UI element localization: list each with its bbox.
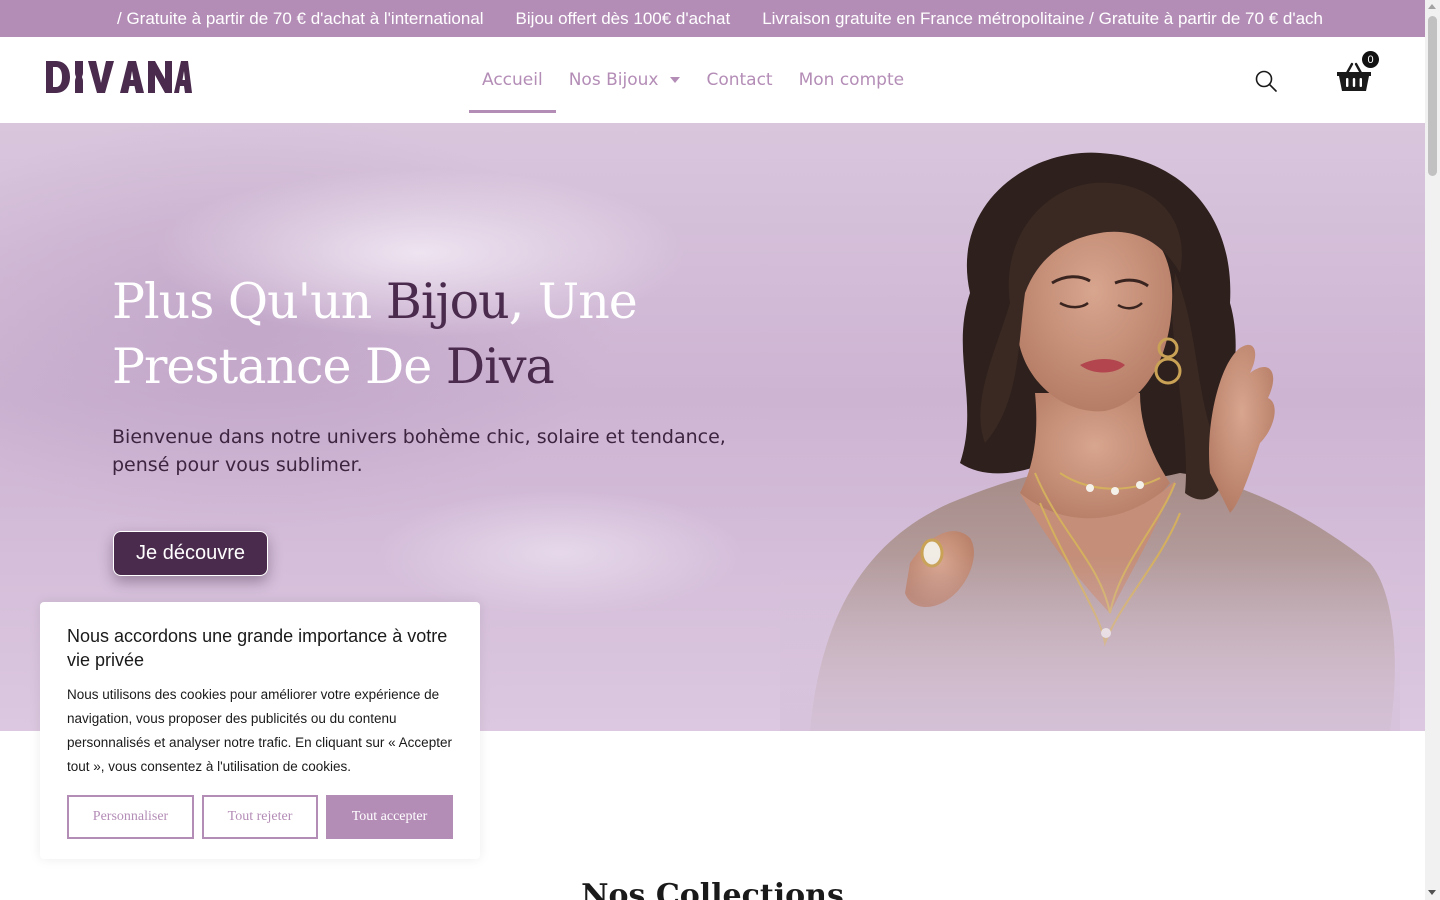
hero-title: Plus Qu'un Bijou, Une Prestance De Diva [112, 269, 752, 399]
announcement-track: / Gratuite à partir de 70 € d'achat à l'… [117, 0, 1323, 37]
hero-model-photo [780, 143, 1400, 731]
cookie-text: Nous utilisons des cookies pour améliore… [67, 687, 452, 774]
discover-button[interactable]: Je découvre [113, 531, 268, 576]
divana-logo[interactable] [44, 57, 192, 97]
announcement-item: Livraison gratuite en France métropolita… [762, 8, 1323, 28]
main-nav: Accueil Nos Bijoux Contact Mon compte [469, 37, 917, 123]
scrollbar-thumb[interactable] [1428, 16, 1437, 176]
caret-down-icon [670, 77, 681, 83]
nav-item-contact[interactable]: Contact [693, 47, 785, 113]
cart-count-badge: 0 [1362, 51, 1379, 68]
cookie-title: Nous accordons une grande importance à v… [67, 626, 448, 670]
nav-item-accueil[interactable]: Accueil [469, 47, 556, 113]
nav-item-label: Contact [706, 70, 773, 90]
hero-title-accent: Diva [445, 338, 555, 395]
cookie-banner: Nous accordons une grande importance à v… [40, 602, 480, 859]
nav-item-mon-compte[interactable]: Mon compte [786, 47, 917, 113]
announcement-item: Bijou offert dès 100€ d'achat [515, 8, 731, 28]
announcement-item: / Gratuite à partir de 70 € d'achat à l'… [117, 8, 484, 28]
accept-all-button[interactable]: Tout accepter [326, 795, 453, 839]
page: / Gratuite à partir de 70 € d'achat à l'… [0, 0, 1425, 900]
scroll-down-arrow-icon[interactable] [1428, 890, 1436, 895]
hero-subtitle: Bienvenue dans notre univers bohème chic… [112, 426, 726, 476]
site-header: Accueil Nos Bijoux Contact Mon compte 0 [0, 37, 1425, 123]
announcement-bar: / Gratuite à partir de 70 € d'achat à l'… [0, 0, 1425, 37]
divana-logo-wordmark [46, 61, 192, 93]
collections-title: Nos Collections [581, 878, 844, 900]
nav-item-label: Nos Bijoux [568, 70, 659, 90]
hero-title-part: Plus Qu'un [112, 273, 386, 330]
nav-item-nos-bijoux[interactable]: Nos Bijoux [556, 47, 694, 113]
customize-button[interactable]: Personnaliser [67, 795, 194, 839]
search-icon [1255, 70, 1277, 92]
page-scrollbar[interactable] [1425, 0, 1440, 900]
hero-title-accent: Bijou [385, 273, 510, 330]
nav-item-label: Accueil [482, 70, 543, 90]
reject-all-button[interactable]: Tout rejeter [202, 795, 318, 839]
scroll-up-arrow-icon[interactable] [1428, 4, 1436, 9]
search-button[interactable] [1254, 69, 1278, 93]
nav-item-label: Mon compte [798, 70, 905, 90]
